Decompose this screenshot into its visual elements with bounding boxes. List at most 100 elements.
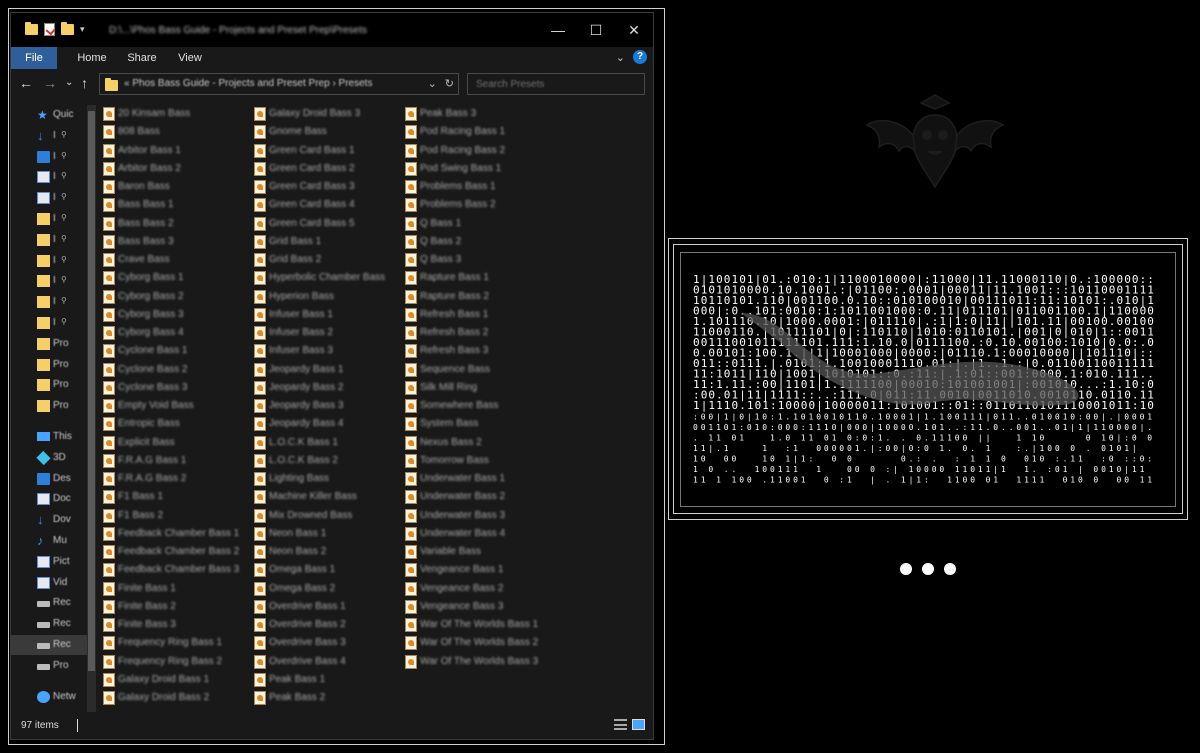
large-icons-view-icon[interactable] [632, 719, 645, 730]
file-item[interactable]: System Bass [405, 415, 553, 433]
minimize-button[interactable]: — [539, 13, 577, 47]
file-item[interactable]: Hyperbolic Chamber Bass [254, 269, 402, 287]
back-icon[interactable]: ← [19, 75, 33, 91]
file-item[interactable]: Peak Bass 2 [254, 689, 402, 707]
nav-item[interactable]: ★ Quic [11, 105, 87, 125]
file-item[interactable]: Green Card Bass 4 [254, 196, 402, 214]
file-item[interactable]: Finite Bass 2 [103, 598, 251, 616]
file-item[interactable]: Sequence Bass [405, 361, 553, 379]
file-item[interactable]: Infuser Bass 3 [254, 342, 402, 360]
file-item[interactable]: Cyclone Bass 1 [103, 342, 251, 360]
file-item[interactable]: Pod Racing Bass 1 [405, 123, 553, 141]
search-input[interactable] [468, 74, 644, 95]
file-item[interactable]: Vengeance Bass 3 [405, 598, 553, 616]
file-item[interactable]: War Of The Worlds Bass 1 [405, 616, 553, 634]
file-item[interactable]: Omega Bass 2 [254, 580, 402, 598]
tab-share[interactable]: Share [119, 47, 165, 69]
file-item[interactable]: Neon Bass 1 [254, 525, 402, 543]
file-item[interactable]: Galaxy Droid Bass 2 [103, 689, 251, 707]
refresh-icon[interactable]: ↻ [445, 77, 454, 90]
file-item[interactable]: Grid Bass 1 [254, 233, 402, 251]
address-dropdown-icon[interactable]: ⌄ [428, 77, 437, 90]
file-item[interactable]: Frequency Ring Bass 2 [103, 653, 251, 671]
file-item[interactable]: Peak Bass 1 [254, 671, 402, 689]
file-item[interactable]: Underwater Bass 1 [405, 470, 553, 488]
nav-item[interactable]: I ⚲ [11, 313, 87, 333]
nav-item[interactable]: Pro [11, 396, 87, 416]
file-item[interactable]: Green Card Bass 1 [254, 142, 402, 160]
nav-item[interactable]: I ⚲ [11, 147, 87, 167]
file-item[interactable]: Arbitor Bass 2 [103, 160, 251, 178]
nav-item[interactable]: Des [11, 469, 87, 489]
address-bar[interactable]: « Phos Bass Guide - Projects and Preset … [99, 73, 459, 95]
navigation-pane-scrollbar[interactable] [87, 105, 96, 712]
file-item[interactable]: Jeopardy Bass 3 [254, 397, 402, 415]
address-path[interactable]: « Phos Bass Guide - Projects and Preset … [124, 78, 372, 89]
nav-item[interactable]: ↓ I ⚲ [11, 126, 87, 146]
file-item[interactable]: Finite Bass 1 [103, 580, 251, 598]
file-item[interactable]: Vengeance Bass 1 [405, 561, 553, 579]
file-item[interactable]: Cyclone Bass 2 [103, 361, 251, 379]
file-item[interactable]: Infuser Bass 2 [254, 324, 402, 342]
file-item[interactable]: Feedback Chamber Bass 3 [103, 561, 251, 579]
customize-toolbar-icon[interactable]: ▾ [80, 24, 85, 35]
search-box[interactable] [467, 73, 645, 95]
file-item[interactable]: L.O.C.K Bass 1 [254, 434, 402, 452]
file-item[interactable]: Jeopardy Bass 4 [254, 415, 402, 433]
file-item[interactable]: Overdrive Bass 4 [254, 653, 402, 671]
file-item[interactable]: Machine Killer Bass [254, 488, 402, 506]
file-item[interactable]: Gnome Bass [254, 123, 402, 141]
file-item[interactable]: Explicit Bass [103, 434, 251, 452]
file-item[interactable]: Overdrive Bass 1 [254, 598, 402, 616]
nav-item[interactable]: I ⚲ [11, 209, 87, 229]
file-item[interactable]: 20 Kinsam Bass [103, 105, 251, 123]
nav-item[interactable]: ↓ Dov [11, 510, 87, 530]
nav-item[interactable]: I ⚲ [11, 251, 87, 271]
file-item[interactable]: Cyborg Bass 4 [103, 324, 251, 342]
recent-locations-icon[interactable]: ⌄ [65, 77, 73, 88]
help-icon[interactable]: ? [633, 50, 647, 64]
file-item[interactable]: Crave Bass [103, 251, 251, 269]
nav-item[interactable]: I ⚲ [11, 230, 87, 250]
file-item[interactable]: L.O.C.K Bass 2 [254, 452, 402, 470]
file-item[interactable]: Cyborg Bass 3 [103, 306, 251, 324]
file-item[interactable]: Rapture Bass 2 [405, 288, 553, 306]
nav-item[interactable]: Pict [11, 552, 87, 572]
file-item[interactable]: Bass Bass 3 [103, 233, 251, 251]
nav-item[interactable]: I ⚲ [11, 167, 87, 187]
nav-item[interactable]: Pro [11, 355, 87, 375]
properties-icon[interactable] [44, 23, 55, 36]
file-item[interactable]: Cyclone Bass 3 [103, 379, 251, 397]
file-item[interactable]: F1 Bass 1 [103, 488, 251, 506]
file-item[interactable]: Galaxy Droid Bass 3 [254, 105, 402, 123]
file-item[interactable]: Infuser Bass 1 [254, 306, 402, 324]
file-item[interactable]: Silk Mill Ring [405, 379, 553, 397]
tab-file[interactable]: File [11, 47, 57, 69]
file-item[interactable]: Jeopardy Bass 2 [254, 379, 402, 397]
file-item[interactable]: Omega Bass 1 [254, 561, 402, 579]
file-item[interactable]: Q Bass 2 [405, 233, 553, 251]
title-bar[interactable]: ▾ D:\...\Phos Bass Guide - Projects and … [11, 13, 653, 47]
tab-view[interactable]: View [169, 47, 211, 69]
nav-item[interactable]: Doc [11, 489, 87, 509]
file-item[interactable]: Hyperion Bass [254, 288, 402, 306]
file-item[interactable]: Overdrive Bass 2 [254, 616, 402, 634]
file-item[interactable]: Neon Bass 2 [254, 543, 402, 561]
file-item[interactable]: 808 Bass [103, 123, 251, 141]
nav-item[interactable]: Rec [11, 593, 87, 613]
file-item[interactable]: Somewhere Bass [405, 397, 553, 415]
nav-item[interactable]: 3D [11, 448, 87, 468]
file-item[interactable]: F.R.A.G Bass 1 [103, 452, 251, 470]
nav-item[interactable]: Rec [11, 614, 87, 634]
file-item[interactable]: Q Bass 3 [405, 251, 553, 269]
file-item[interactable]: Underwater Bass 4 [405, 525, 553, 543]
file-item[interactable]: Problems Bass 1 [405, 178, 553, 196]
forward-icon[interactable]: → [43, 75, 57, 91]
file-item[interactable]: Q Bass 1 [405, 215, 553, 233]
nav-item[interactable]: Pro [11, 375, 87, 395]
maximize-button[interactable]: ☐ [577, 13, 615, 47]
expand-ribbon-icon[interactable]: ⌄ [616, 51, 625, 64]
file-item[interactable]: Lighting Bass [254, 470, 402, 488]
file-item[interactable]: Peak Bass 3 [405, 105, 553, 123]
file-item[interactable]: Green Card Bass 2 [254, 160, 402, 178]
